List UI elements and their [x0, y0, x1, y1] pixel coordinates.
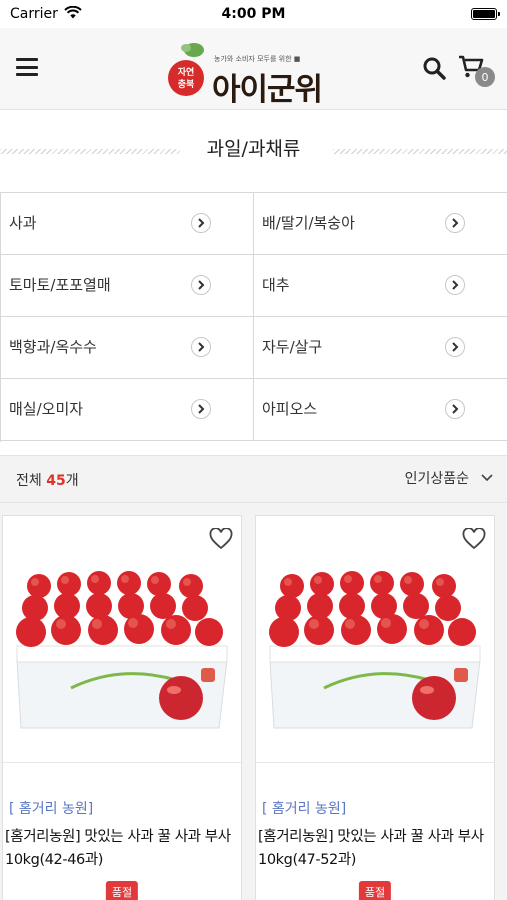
logo-brand: 아이군위 — [212, 72, 323, 108]
sort-bar: 전체 45개 인기상품순 — [0, 455, 507, 503]
product-image[interactable] — [264, 568, 486, 730]
logo[interactable]: 자연 충북 농가와 소비자 모두를 위한 ■ 아이군위 — [166, 34, 346, 108]
subcategory-item[interactable]: 대추 — [254, 255, 507, 317]
soldout-badge: 품절 — [105, 881, 139, 900]
subcategory-label: 사과 — [9, 214, 37, 232]
total-count: 전체 45개 — [16, 470, 79, 490]
battery-icon — [471, 8, 500, 20]
product-card[interactable]: [ 홈거리 농원] [홈거리농원] 맛있는 사과 꿀 사과 부사 10kg(42… — [2, 515, 242, 900]
sort-selected-label: 인기상품순 — [404, 471, 469, 487]
subcategory-label: 자두/살구 — [262, 338, 323, 356]
chevron-right-icon — [191, 213, 211, 233]
subcategory-item[interactable]: 매실/오미자 — [1, 379, 254, 441]
product-name[interactable]: [홈거리농원] 맛있는 사과 꿀 사과 부사 10kg(42-46과) — [5, 826, 241, 872]
product-card[interactable]: [ 홈거리 농원] [홈거리농원] 맛있는 사과 꿀 사과 부사 10kg(47… — [255, 515, 495, 900]
chevron-down-icon — [481, 474, 493, 482]
heart-outline-icon[interactable] — [462, 527, 486, 550]
vendor-label[interactable]: [ 홈거리 농원] — [262, 798, 346, 818]
page-title: 과일/과채류 — [206, 138, 301, 160]
cart-button[interactable]: 0 — [458, 55, 498, 89]
product-image[interactable] — [11, 568, 233, 730]
subcategory-grid: 사과 배/딸기/복숭아 토마토/포포열매 대추 백향과/옥수수 자두/살구 매실… — [0, 192, 507, 442]
battery-fill — [473, 10, 495, 18]
chevron-right-icon — [191, 337, 211, 357]
search-icon[interactable] — [422, 56, 446, 80]
subcategory-label: 매실/오미자 — [9, 400, 84, 418]
chevron-right-icon — [445, 275, 465, 295]
app-header: 자연 충북 농가와 소비자 모두를 위한 ■ 아이군위 0 — [0, 28, 507, 110]
subcategory-item[interactable]: 자두/살구 — [254, 317, 507, 379]
product-name[interactable]: [홈거리농원] 맛있는 사과 꿀 사과 부사 10kg(47-52과) — [258, 826, 494, 872]
chevron-right-icon — [191, 275, 211, 295]
chevron-right-icon — [445, 213, 465, 233]
logo-tagline: 농가와 소비자 모두를 위한 ■ — [214, 55, 301, 63]
vendor-label[interactable]: [ 홈거리 농원] — [9, 798, 93, 818]
svg-text:충북: 충북 — [178, 78, 195, 90]
subcategory-item[interactable]: 백향과/옥수수 — [1, 317, 254, 379]
chevron-right-icon — [191, 399, 211, 419]
total-count-prefix: 전체 — [16, 473, 47, 489]
card-divider — [3, 762, 241, 763]
total-count-number: 45 — [46, 473, 66, 489]
svg-text:자연: 자연 — [178, 66, 195, 78]
carrier-label: Carrier — [10, 6, 58, 22]
cart-count-badge: 0 — [475, 67, 495, 87]
total-count-suffix: 개 — [65, 473, 79, 489]
subcategory-item[interactable]: 사과 — [1, 193, 254, 255]
sort-dropdown[interactable]: 인기상품순 — [405, 468, 493, 488]
heart-outline-icon[interactable] — [209, 527, 233, 550]
subcategory-label: 아피오스 — [262, 400, 318, 418]
chevron-right-icon — [445, 399, 465, 419]
logo-emblem-icon: 자연 충북 — [168, 43, 204, 96]
subcategory-label: 대추 — [262, 276, 290, 294]
subcategory-item[interactable]: 토마토/포포열매 — [1, 255, 254, 317]
subcategory-label: 배/딸기/복숭아 — [262, 214, 355, 232]
category-title-area: 과일/과채류 — [0, 110, 507, 186]
soldout-badge: 품절 — [358, 881, 392, 900]
status-bar: Carrier 4:00 PM — [0, 0, 507, 28]
product-list: [ 홈거리 농원] [홈거리농원] 맛있는 사과 꿀 사과 부사 10kg(42… — [0, 503, 507, 900]
subcategory-item[interactable]: 배/딸기/복숭아 — [254, 193, 507, 255]
subcategory-item[interactable]: 아피오스 — [254, 379, 507, 441]
subcategory-label: 백향과/옥수수 — [9, 338, 97, 356]
chevron-right-icon — [445, 337, 465, 357]
card-divider — [256, 762, 494, 763]
subcategory-label: 토마토/포포열매 — [9, 276, 111, 294]
status-left: Carrier — [10, 5, 82, 23]
wifi-icon — [64, 5, 82, 23]
menu-icon[interactable] — [16, 58, 38, 76]
title-decoration-right — [333, 149, 507, 154]
